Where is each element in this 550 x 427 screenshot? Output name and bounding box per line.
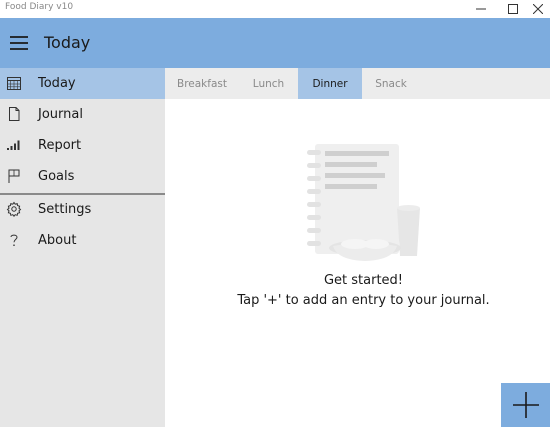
sidebar-item-about[interactable]: About [0, 225, 165, 256]
sidebar-item-report[interactable]: Report [0, 130, 165, 161]
sidebar-item-today[interactable]: Today [0, 68, 165, 99]
close-icon [532, 4, 543, 14]
bar-chart-icon [7, 140, 20, 150]
document-icon [9, 107, 20, 121]
empty-state-subtitle: Tap '+' to add an entry to your journal. [237, 293, 490, 308]
sidebar-item-label: Settings [38, 202, 92, 217]
tab-snack[interactable]: Snack [362, 68, 420, 99]
question-icon [10, 234, 18, 246]
main-content: Breakfast Lunch Dinner Snack Get started… [165, 68, 550, 427]
menu-button[interactable] [8, 32, 30, 54]
tab-lunch[interactable]: Lunch [239, 68, 298, 99]
close-button[interactable] [525, 0, 550, 18]
add-entry-button[interactable] [501, 383, 550, 427]
hamburger-icon [10, 36, 28, 50]
window-title: Food Diary v10 [5, 2, 74, 12]
gear-icon [6, 201, 22, 217]
minimize-button[interactable] [464, 0, 498, 18]
maximize-icon [508, 4, 518, 14]
minimize-icon [476, 8, 486, 10]
sidebar-item-label: About [38, 233, 77, 248]
sidebar: Today Journal Report Goals Settings Abou… [0, 68, 165, 427]
window-titlebar: Food Diary v10 [0, 0, 550, 18]
empty-state-title: Get started! [323, 273, 404, 288]
app-header: Today [0, 18, 550, 68]
sidebar-item-label: Report [38, 138, 82, 153]
sidebar-item-goals[interactable]: Goals [0, 161, 165, 192]
plus-icon [512, 392, 539, 418]
meal-tabs: Breakfast Lunch Dinner Snack [165, 68, 550, 99]
sidebar-item-journal[interactable]: Journal [0, 99, 165, 130]
sidebar-item-label: Today [38, 76, 76, 91]
sidebar-item-label: Goals [38, 169, 75, 184]
sidebar-item-label: Journal [38, 107, 83, 122]
tab-breakfast[interactable]: Breakfast [165, 68, 239, 99]
tab-dinner[interactable]: Dinner [298, 68, 362, 99]
page-title: Today [44, 33, 91, 52]
notebook-cup-icon [307, 144, 420, 261]
sidebar-item-settings[interactable]: Settings [0, 194, 165, 225]
calendar-icon [7, 77, 21, 90]
flag-icon [8, 169, 20, 183]
